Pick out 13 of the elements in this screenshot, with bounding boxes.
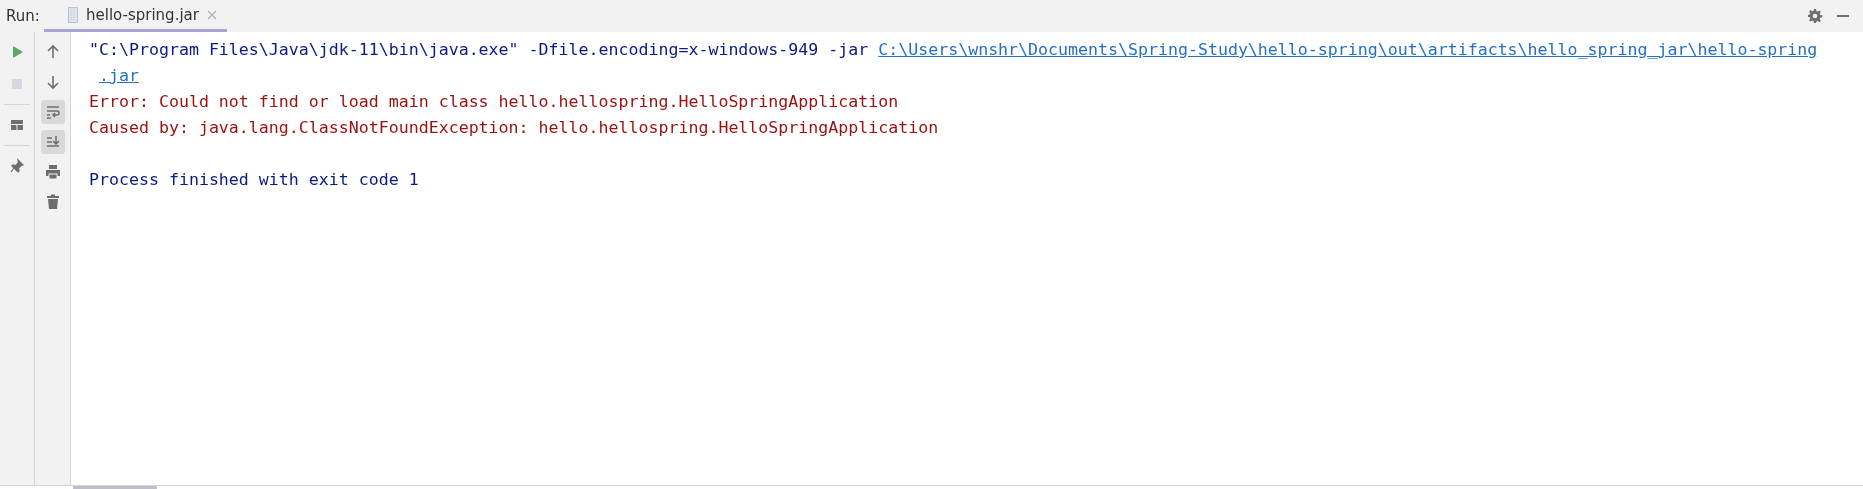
error-message: Error: Could not find or load main class hello.hellospring.HelloSpringApplication	[89, 92, 899, 111]
jar-file-icon	[68, 6, 78, 23]
settings-icon[interactable]	[1807, 8, 1823, 24]
exit-message: Process finished with exit code 1	[89, 170, 419, 189]
run-label: Run:	[5, 7, 41, 25]
error-message: Caused by: java.lang.ClassNotFoundException: hello.hellospring.HelloSpringApplication	[89, 118, 939, 137]
scroll-to-end-icon[interactable]	[40, 130, 65, 154]
close-icon[interactable]	[206, 9, 217, 20]
command-text: "C:\Program Files\Java\jdk-11\bin\java.exe" -Dfile.encoding=x-windows-949 -jar	[89, 40, 870, 59]
soft-wrap-icon[interactable]	[40, 100, 65, 124]
scrollbar[interactable]	[73, 486, 157, 489]
file-path-link[interactable]: C:\Users\wnshr\Documents\Spring-Study\hello-spring\out\artifacts\hello_spring_jar\hello-spring	[878, 40, 1818, 59]
file-path-link[interactable]: .jar	[98, 66, 139, 85]
